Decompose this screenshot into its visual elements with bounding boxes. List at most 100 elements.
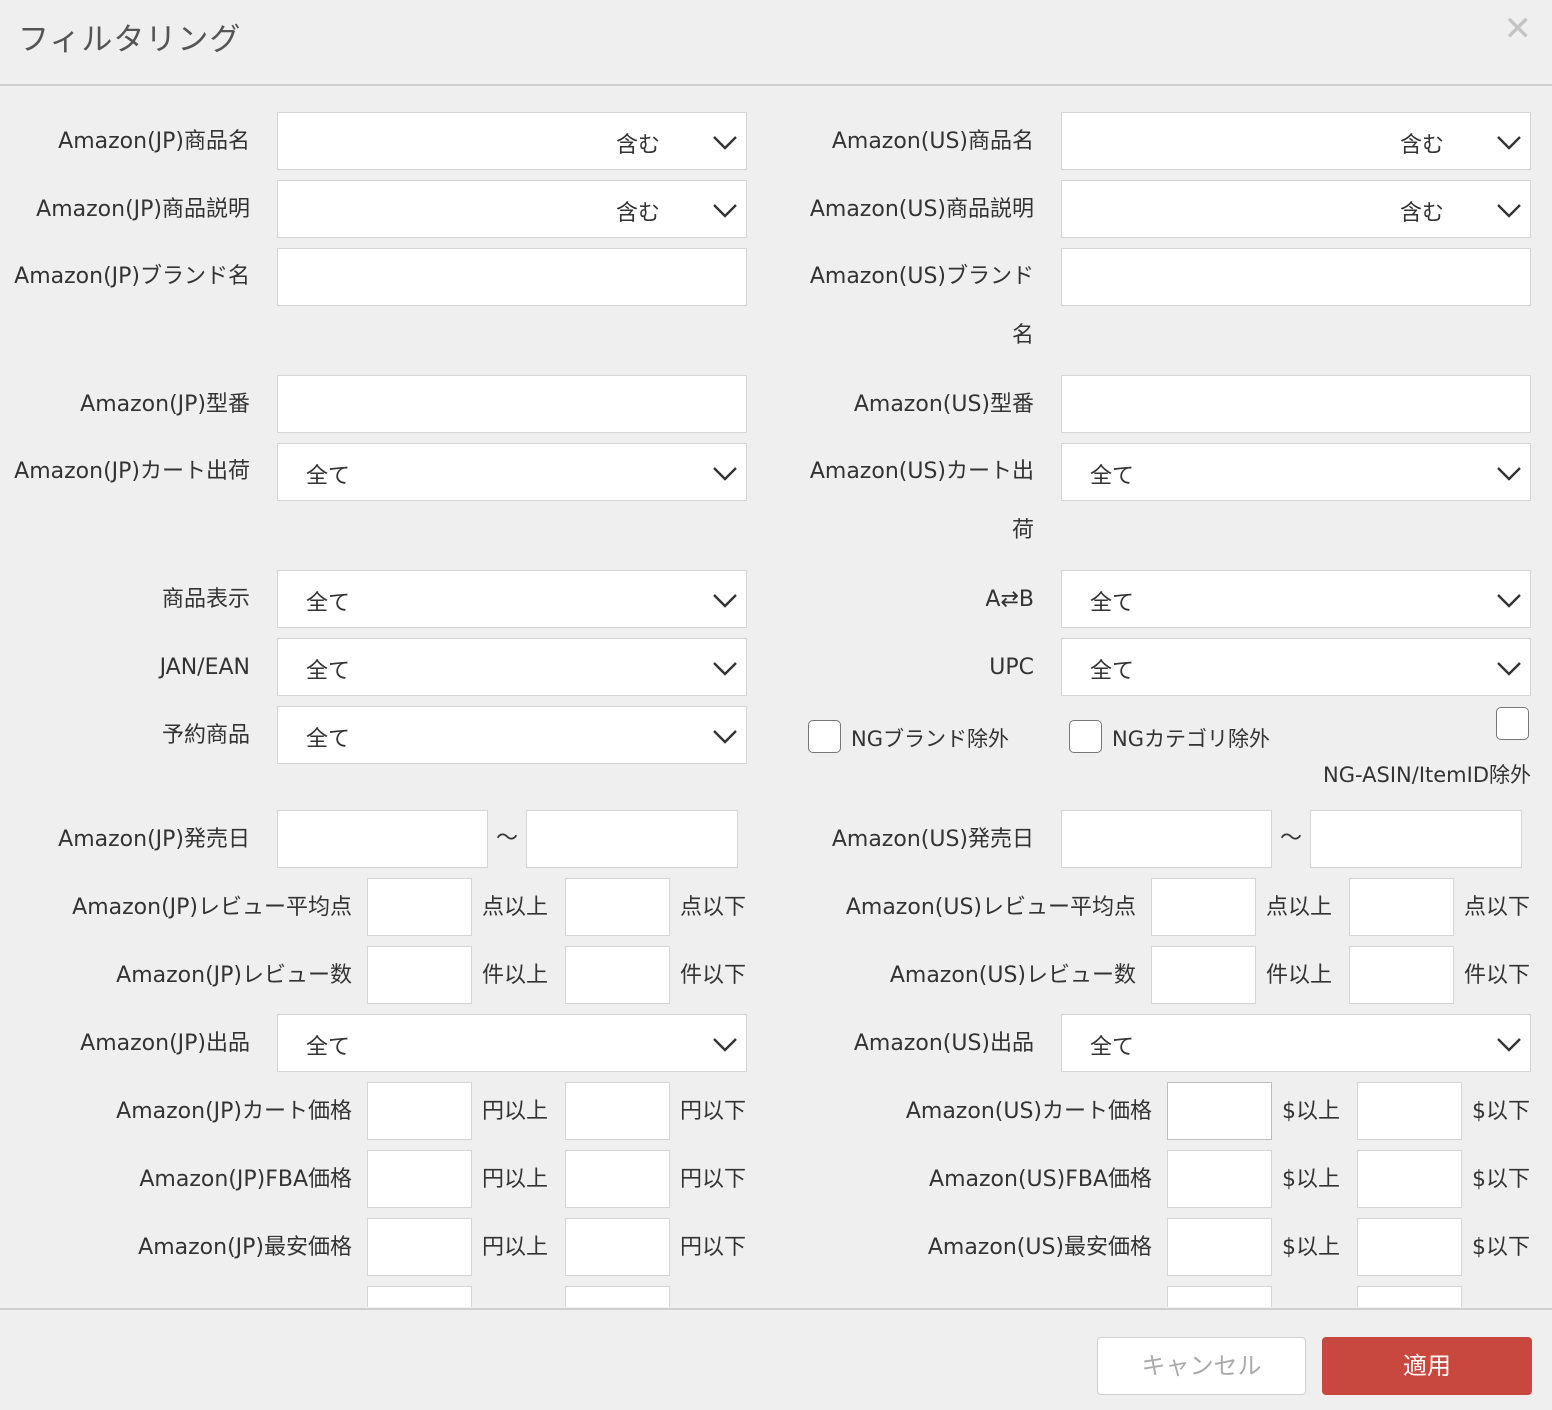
us-review-count-min-input[interactable] [1151,946,1256,1004]
apply-button[interactable]: 適用 [1322,1337,1532,1395]
us-listing-label: Amazon(US)出品 [853,1031,1034,1056]
jp-review-count-min-unit: 件以上 [482,963,549,988]
us-product-desc-match-value: 含む [1400,201,1445,226]
jp-lowest-price-min-input[interactable] [367,1218,472,1276]
jp-listing-value: 全て [306,1035,351,1060]
jp-product-desc-match-select[interactable]: 含む [606,180,747,238]
us-next-row-min-input[interactable] [1167,1286,1272,1307]
jp-review-avg-max-unit: 点以下 [680,895,747,920]
upc-value: 全て [1090,659,1135,684]
us-brand-input[interactable] [1061,248,1531,306]
jp-review-count-max-input[interactable] [565,946,670,1004]
us-product-name-match-select[interactable]: 含む [1390,112,1531,170]
a-to-b-select[interactable]: 全て [1061,570,1531,628]
us-cart-ship-select[interactable]: 全て [1061,443,1531,501]
jp-cart-ship-value: 全て [306,464,351,489]
chevron-down-icon [710,1029,740,1059]
us-release-to-input[interactable] [1310,810,1522,868]
jp-cart-price-min-unit: 円以上 [482,1099,549,1124]
upc-select[interactable]: 全て [1061,638,1531,696]
ng-category-label: NGカテゴリ除外 [1112,727,1270,751]
filter-form: Amazon(JP)商品名 含む Amazon(JP)商品説明 含む Amazo… [0,87,1552,1307]
us-release-separator: 〜 [1280,826,1303,851]
jp-lowest-price-min-unit: 円以上 [482,1235,549,1260]
us-cart-price-min-input[interactable] [1167,1082,1272,1140]
jp-fba-price-label: Amazon(JP)FBA価格 [139,1167,352,1192]
jp-product-desc-input[interactable] [277,180,607,238]
us-review-count-min-unit: 件以上 [1266,963,1333,988]
us-product-name-label: Amazon(US)商品名 [831,129,1034,154]
jp-product-name-input[interactable] [277,112,607,170]
chevron-down-icon [710,458,740,488]
jp-cart-price-max-input[interactable] [565,1082,670,1140]
a-to-b-label: A⇄B [985,587,1034,612]
cancel-button[interactable]: キャンセル [1097,1337,1306,1395]
jp-cart-price-min-input[interactable] [367,1082,472,1140]
us-review-avg-min-unit: 点以上 [1266,895,1333,920]
jp-release-from-input[interactable] [277,810,488,868]
chevron-down-icon [1494,127,1524,157]
us-lowest-price-min-unit: $以上 [1282,1235,1340,1260]
us-next-row-max-input[interactable] [1357,1286,1462,1307]
us-lowest-price-label: Amazon(US)最安価格 [927,1235,1152,1260]
us-cart-ship-label: Amazon(US)カート出荷 [809,459,1034,543]
jan-ean-select[interactable]: 全て [277,638,747,696]
reserved-select[interactable]: 全て [277,706,747,764]
product-display-value: 全て [306,591,351,616]
jp-cart-ship-select[interactable]: 全て [277,443,747,501]
jp-product-desc-match-value: 含む [616,201,661,226]
jp-review-avg-min-input[interactable] [367,878,472,936]
us-model-input[interactable] [1061,375,1531,433]
jp-cart-price-max-unit: 円以下 [680,1099,747,1124]
ng-category-checkbox[interactable] [1069,720,1102,753]
jp-product-name-match-value: 含む [616,133,661,158]
us-cart-price-max-input[interactable] [1357,1082,1462,1140]
us-listing-select[interactable]: 全て [1061,1014,1531,1072]
jan-ean-label: JAN/EAN [159,655,250,680]
jp-brand-input[interactable] [277,248,747,306]
jp-listing-label: Amazon(JP)出品 [80,1031,250,1056]
chevron-down-icon [1494,585,1524,615]
a-to-b-value: 全て [1090,591,1135,616]
us-lowest-price-min-input[interactable] [1167,1218,1272,1276]
jp-next-row-min-input[interactable] [367,1286,472,1307]
jan-ean-value: 全て [306,659,351,684]
us-fba-price-min-input[interactable] [1167,1150,1272,1208]
us-cart-price-min-unit: $以上 [1282,1099,1340,1124]
us-review-count-max-unit: 件以下 [1464,963,1531,988]
us-product-desc-input[interactable] [1061,180,1391,238]
jp-product-name-match-select[interactable]: 含む [606,112,747,170]
jp-listing-select[interactable]: 全て [277,1014,747,1072]
jp-model-input[interactable] [277,375,747,433]
us-review-count-max-input[interactable] [1349,946,1454,1004]
jp-release-label: Amazon(JP)発売日 [58,827,250,852]
us-brand-label: Amazon(US)ブランド名 [809,264,1034,348]
jp-next-row-max-input[interactable] [565,1286,670,1307]
us-product-desc-label: Amazon(US)商品説明 [809,197,1034,222]
us-product-name-input[interactable] [1061,112,1391,170]
jp-review-avg-max-input[interactable] [565,878,670,936]
dialog-header: フィルタリング ✕ [0,0,1552,86]
jp-review-count-min-input[interactable] [367,946,472,1004]
jp-review-avg-min-unit: 点以上 [482,895,549,920]
close-icon[interactable]: ✕ [1504,12,1533,46]
chevron-down-icon [1494,458,1524,488]
us-cart-ship-value: 全て [1090,464,1135,489]
us-listing-value: 全て [1090,1035,1135,1060]
jp-fba-price-max-unit: 円以下 [680,1167,747,1192]
jp-release-to-input[interactable] [526,810,738,868]
us-fba-price-max-unit: $以下 [1472,1167,1530,1192]
us-lowest-price-max-input[interactable] [1357,1218,1462,1276]
us-review-avg-min-input[interactable] [1151,878,1256,936]
us-product-desc-match-select[interactable]: 含む [1390,180,1531,238]
chevron-down-icon [710,653,740,683]
jp-fba-price-min-input[interactable] [367,1150,472,1208]
jp-fba-price-max-input[interactable] [565,1150,670,1208]
us-release-from-input[interactable] [1061,810,1272,868]
jp-lowest-price-max-input[interactable] [565,1218,670,1276]
product-display-select[interactable]: 全て [277,570,747,628]
ng-brand-checkbox[interactable] [808,720,841,753]
us-fba-price-max-input[interactable] [1357,1150,1462,1208]
ng-asin-checkbox[interactable] [1496,707,1529,740]
us-review-avg-max-input[interactable] [1349,878,1454,936]
